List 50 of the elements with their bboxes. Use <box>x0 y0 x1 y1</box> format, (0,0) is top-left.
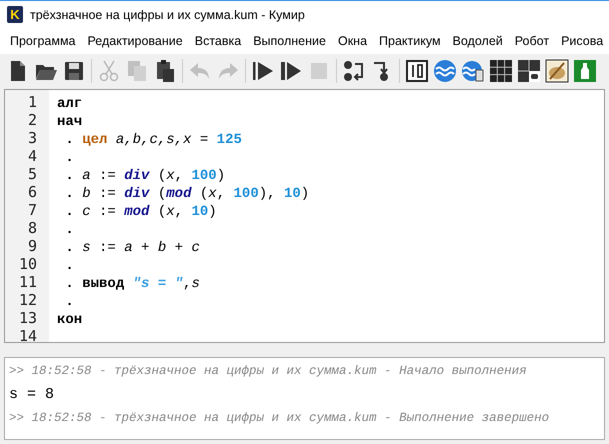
waves-icon[interactable] <box>433 58 457 82</box>
code-line: . a := div (x, 100) <box>64 168 226 184</box>
line-number: 11 <box>18 273 37 291</box>
palette-icon[interactable] <box>545 58 569 82</box>
code-line: . <box>64 258 74 274</box>
menu-item[interactable]: Рисова <box>557 34 609 48</box>
code-line: . <box>64 150 74 166</box>
menu-item[interactable]: Вставка <box>190 34 250 48</box>
line-number: 1 <box>28 93 37 111</box>
code-line: . c := mod (x, 10) <box>64 204 217 220</box>
menu-item[interactable]: Редактирование <box>84 34 191 48</box>
code-line: . цел a,b,c,s,x = 125 <box>64 132 242 148</box>
line-number: 4 <box>28 147 37 165</box>
code-line: кон <box>57 312 82 328</box>
line-number: 10 <box>18 255 37 273</box>
line-number: 5 <box>28 165 37 183</box>
display-icon[interactable] <box>405 58 429 82</box>
step-in-icon[interactable] <box>342 58 366 82</box>
line-number: 8 <box>28 219 37 237</box>
line-number: 3 <box>28 129 37 147</box>
bottle-icon[interactable] <box>573 58 597 82</box>
menu-item[interactable]: Робот <box>510 34 558 48</box>
code-line: . b := div (mod (x, 100), 10) <box>64 186 310 202</box>
menu-item[interactable]: Выполнение <box>249 34 334 48</box>
code-line: . <box>64 222 74 238</box>
line-number: 2 <box>28 111 37 129</box>
code-editor[interactable]: 1 2 3 4 5 6 7 8 9 10 11 12 13 14 алг нач . цел a,b,c,s,x = 125 . . a := div (x, 100) . b := div (mod (x, 100), 10) . c := mod (x, 10) . . s := a + b + c . . вывод "s = ",s . кон <box>4 89 605 343</box>
menu-item[interactable]: Программа <box>6 34 84 48</box>
waves-tank-icon[interactable] <box>461 58 485 82</box>
menu-item[interactable]: Окна <box>334 34 376 48</box>
code-line: алг <box>57 96 82 112</box>
robot-icon[interactable] <box>517 58 541 82</box>
grid-icon[interactable] <box>489 58 513 82</box>
menu-item[interactable]: Водолей <box>448 34 511 48</box>
line-number: 13 <box>18 309 37 327</box>
code-line: . <box>64 294 74 310</box>
code-line: нач <box>57 114 82 130</box>
log-message: >> 18:52:58 - трёхзначное на цифры и их сумма.kum - Выполнение завершено <box>9 411 550 425</box>
log-message: >> 18:52:58 - трёхзначное на цифры и их сумма.kum - Начало выполнения <box>9 364 528 378</box>
code-line: . s := a + b + c <box>64 240 200 256</box>
program-output: s = 8 <box>9 386 56 403</box>
line-number: 7 <box>28 201 37 219</box>
line-number: 12 <box>18 291 37 309</box>
line-number: 14 <box>18 327 37 342</box>
code-line: . вывод "s = ",s <box>64 276 200 292</box>
app-logo: K <box>7 6 23 23</box>
menu-item[interactable]: Практикум <box>375 34 449 48</box>
line-number: 6 <box>28 183 37 201</box>
line-number: 9 <box>28 237 37 255</box>
window-title: трёхзначное на цифры и их сумма.kum - Кумир <box>30 8 305 22</box>
